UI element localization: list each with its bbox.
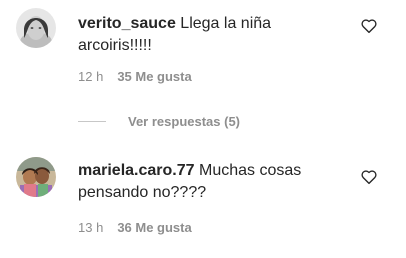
comment-time: 13 h bbox=[78, 220, 104, 235]
avatar[interactable] bbox=[16, 157, 56, 197]
grayscale-portrait-avatar bbox=[16, 8, 56, 48]
avatar[interactable] bbox=[16, 8, 56, 48]
comment-item: mariela.caro.77 Muchas cosas pensando no… bbox=[0, 150, 406, 250]
comment-item: verito_sauce Llega la niña arcoiris!!!!!… bbox=[0, 0, 406, 100]
color-photo-avatar bbox=[16, 157, 56, 197]
view-replies-button[interactable]: Ver respuestas (5) bbox=[78, 113, 240, 129]
comment-meta: 13 h 36 Me gusta bbox=[78, 220, 192, 236]
comment-username[interactable]: verito_sauce bbox=[78, 15, 176, 32]
view-replies-label[interactable]: Ver respuestas (5) bbox=[128, 114, 240, 129]
comments-panel: verito_sauce Llega la niña arcoiris!!!!!… bbox=[0, 0, 406, 258]
comment-likes[interactable]: 35 Me gusta bbox=[117, 69, 191, 84]
comment-username[interactable]: mariela.caro.77 bbox=[78, 162, 195, 179]
comment-likes[interactable]: 36 Me gusta bbox=[117, 220, 191, 235]
comment-body: verito_sauce Llega la niña arcoiris!!!!! bbox=[78, 13, 348, 57]
replies-divider bbox=[78, 120, 106, 122]
heart-outline-icon[interactable] bbox=[360, 168, 378, 186]
comment-time: 12 h bbox=[78, 69, 104, 84]
comment-meta: 12 h 35 Me gusta bbox=[78, 69, 192, 85]
heart-outline-icon[interactable] bbox=[360, 17, 378, 35]
comment-body: mariela.caro.77 Muchas cosas pensando no… bbox=[78, 160, 348, 204]
